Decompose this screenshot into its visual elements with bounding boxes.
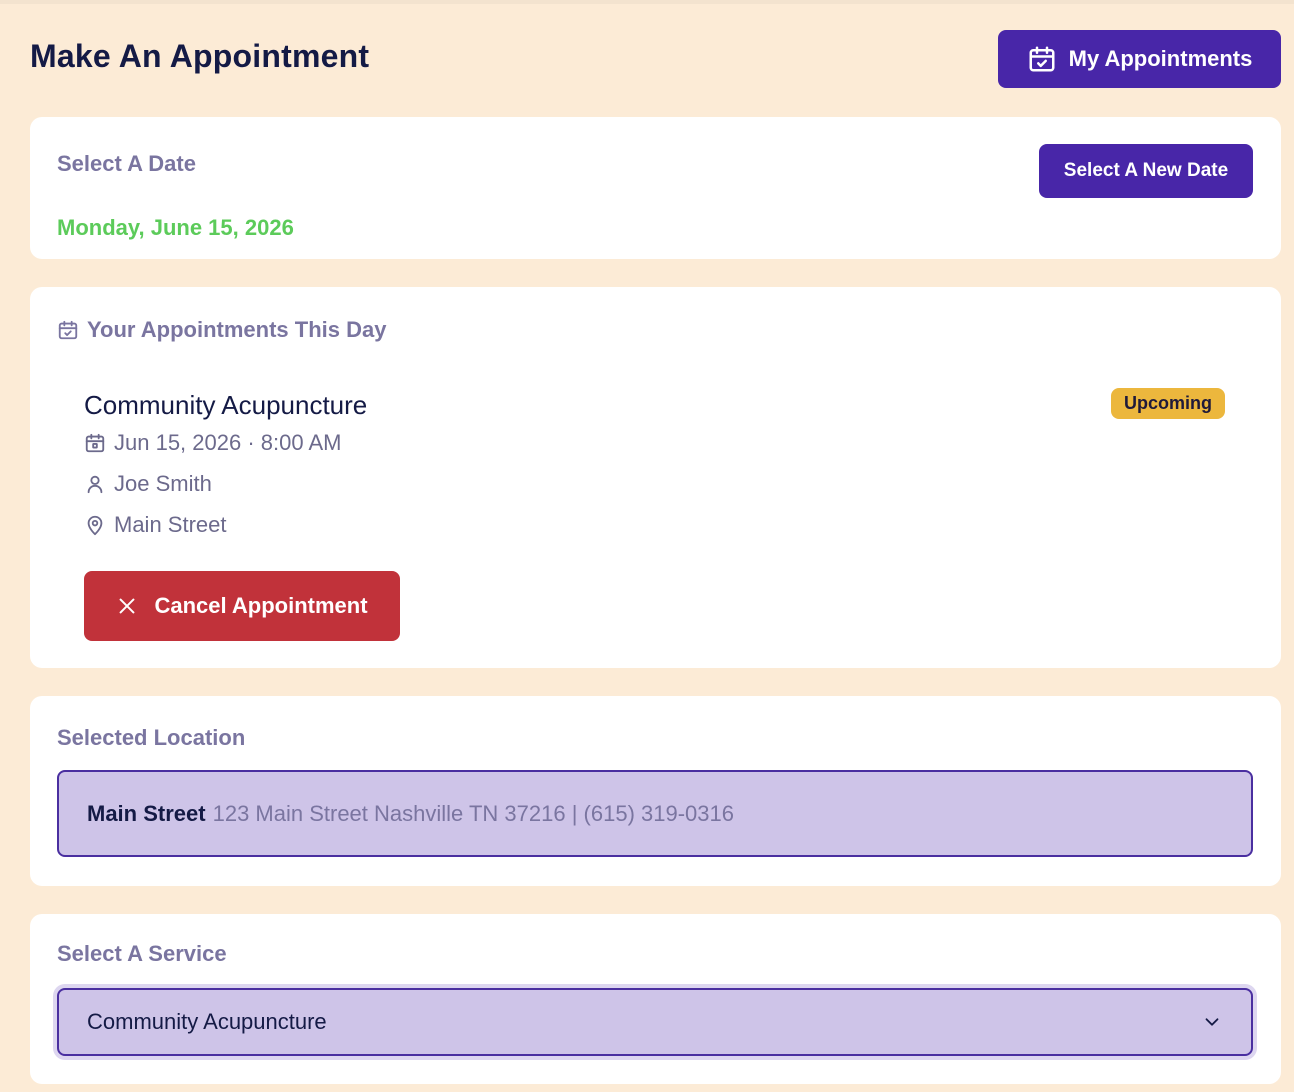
- page-title: Make An Appointment: [30, 38, 370, 74]
- appointment-provider: Joe Smith: [84, 471, 212, 497]
- appointment-provider-text: Joe Smith: [114, 471, 212, 496]
- appointment-location: Main Street: [84, 512, 227, 538]
- appointments-card: Your Appointments This Day Community Acu…: [30, 287, 1281, 668]
- date-card: Select A Date Monday, June 15, 2026 Sele…: [30, 117, 1281, 259]
- top-shade: [0, 0, 1294, 4]
- calendar-check-icon: [1029, 46, 1055, 72]
- close-icon: [120, 598, 135, 614]
- location-details: 123 Main Street Nashville TN 37216 | (61…: [212, 800, 734, 826]
- service-section-label: Select A Service: [57, 941, 227, 966]
- chevron-down-icon: [1205, 1018, 1219, 1026]
- service-select[interactable]: Community Acupuncture: [57, 988, 1253, 1056]
- location-section-label: Selected Location: [57, 725, 246, 750]
- cancel-appointment-button[interactable]: Cancel Appointment: [84, 571, 400, 641]
- appointment-page: Make An Appointment My Appointments Sele…: [0, 0, 1294, 1092]
- cancel-appointment-label: Cancel Appointment: [154, 593, 368, 618]
- selected-date: Monday, June 15, 2026: [57, 215, 294, 240]
- service-selected-value: Community Acupuncture: [87, 1009, 327, 1034]
- service-card: Select A Service Community Acupuncture: [30, 914, 1281, 1084]
- status-badge: Upcoming: [1111, 388, 1225, 419]
- appointment-datetime: Jun 15, 2026 · 8:00 AM: [84, 430, 342, 456]
- location-card: Selected Location Main Street 123 Main S…: [30, 696, 1281, 886]
- page-header: Make An Appointment My Appointments: [30, 30, 1281, 88]
- calendar-check-icon: [58, 320, 78, 340]
- appointment-datetime-text: Jun 15, 2026 · 8:00 AM: [114, 430, 342, 455]
- selected-location-field[interactable]: Main Street 123 Main Street Nashville TN…: [57, 770, 1253, 857]
- user-icon: [87, 475, 103, 494]
- my-appointments-button[interactable]: My Appointments: [998, 30, 1281, 88]
- appointment-location-text: Main Street: [114, 512, 227, 537]
- appointments-section-label: Your Appointments This Day: [87, 317, 387, 342]
- my-appointments-label: My Appointments: [1068, 46, 1253, 71]
- location-name: Main Street: [87, 800, 206, 826]
- map-pin-icon: [87, 515, 103, 536]
- appointments-heading: Your Appointments This Day: [57, 317, 386, 343]
- date-section-label: Select A Date: [57, 151, 196, 176]
- calendar-icon: [85, 433, 105, 453]
- select-new-date-button[interactable]: Select A New Date: [1039, 144, 1253, 198]
- appointment-service-name: Community Acupuncture: [84, 390, 368, 420]
